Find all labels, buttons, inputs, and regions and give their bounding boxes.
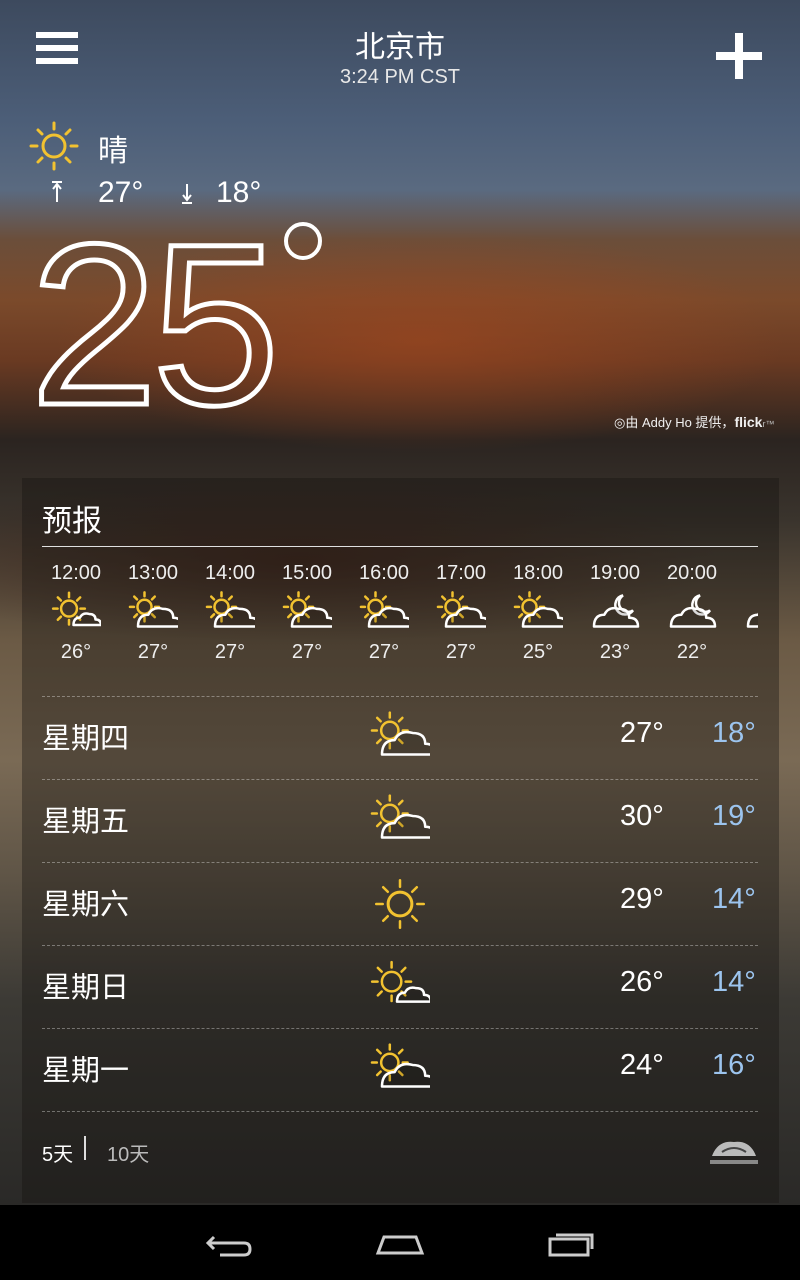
day-icon-wrap	[370, 960, 432, 1019]
add-location-button[interactable]	[716, 33, 762, 79]
day-icon-wrap	[370, 1043, 438, 1102]
hourly-item: 21 2	[735, 558, 758, 664]
hourly-item: 20:00 22°	[658, 558, 726, 664]
mostly-cloudy-day-icon	[370, 794, 438, 839]
mostly-cloudy-day-icon	[370, 1043, 438, 1088]
sunny-icon	[374, 878, 426, 930]
hourly-time: 15:00	[281, 562, 333, 584]
current-temperature: 25	[28, 196, 283, 453]
mostly-cloudy-day-icon	[436, 591, 486, 628]
hourly-time: 13:00	[127, 562, 179, 584]
hourly-temp: 2	[735, 641, 758, 664]
back-icon[interactable]	[200, 1223, 260, 1263]
daily-row[interactable]: 星期一 24° 16°	[42, 1028, 758, 1111]
photo-credit[interactable]: ◎由 Addy Ho 提供，flickr™	[614, 412, 774, 431]
condition-text: 晴	[98, 135, 128, 168]
hourly-time: 12:00	[50, 562, 102, 584]
system-nav-bar	[0, 1205, 800, 1280]
divider	[84, 1136, 86, 1160]
hourly-time: 20:00	[666, 562, 718, 584]
day-high-temp: 26°	[620, 966, 664, 998]
hourly-time: 21	[735, 562, 759, 585]
daily-row[interactable]: 星期五 30° 19°	[42, 779, 758, 862]
day-icon-wrap	[370, 794, 438, 853]
city-name: 北京市	[355, 31, 445, 64]
day-low-temp: 14°	[712, 883, 756, 915]
wunderground-logo[interactable]	[708, 1134, 760, 1168]
range-10-day-tab[interactable]: 10天	[107, 1138, 149, 1167]
hourly-item: 13:00 27°	[119, 558, 187, 664]
daily-row[interactable]: 星期日 26° 14°	[42, 945, 758, 1028]
hourly-item: 16:00 27°	[350, 558, 418, 664]
mostly-cloudy-day-icon	[359, 591, 409, 628]
forecast-panel: 预报 12:00 26° 13:00 27° 14:00 27° 15:00 27° 16:00…	[22, 478, 779, 1203]
hourly-temp: 23°	[599, 641, 631, 663]
partly-sunny-icon	[51, 591, 101, 627]
local-time: 3:24 PM CST	[339, 66, 461, 88]
flickr-logo: flick	[734, 414, 763, 430]
partly-cloudy-night-icon	[746, 612, 758, 628]
partly-sunny-icon	[370, 960, 432, 1003]
hourly-item: 18:00 25°	[504, 558, 572, 664]
day-high-temp: 29°	[620, 883, 664, 915]
day-high-temp: 27°	[620, 717, 664, 749]
daily-row[interactable]: 星期六 29° 14°	[42, 862, 758, 945]
hourly-item: 19:00 23°	[581, 558, 649, 664]
day-icon-wrap	[370, 711, 438, 770]
hourly-temp: 27°	[214, 641, 246, 663]
daily-row[interactable]: 星期四 27° 18°	[42, 696, 758, 779]
day-name: 星期日	[42, 972, 130, 1004]
hourly-temp: 27°	[368, 641, 400, 663]
day-name: 星期四	[42, 723, 130, 755]
hourly-time: 14:00	[204, 562, 256, 584]
day-high-temp: 30°	[620, 800, 664, 832]
forecast-title: 预报	[42, 505, 102, 538]
divider	[42, 546, 758, 547]
day-icon-wrap	[370, 877, 430, 936]
recent-apps-icon[interactable]	[542, 1223, 602, 1263]
day-low-temp: 18°	[712, 717, 756, 749]
day-name: 星期五	[42, 806, 130, 838]
hourly-temp: 22°	[676, 641, 708, 663]
day-high-temp: 24°	[620, 1049, 664, 1081]
hourly-temp: 27°	[137, 641, 169, 663]
range-5-day-tab[interactable]: 5天	[42, 1138, 73, 1167]
photo-credit-text: ◎由 Addy Ho 提供，	[614, 415, 735, 430]
divider	[42, 1111, 758, 1113]
day-low-temp: 19°	[712, 800, 756, 832]
home-icon[interactable]	[370, 1223, 430, 1263]
hourly-time: 19:00	[589, 562, 641, 584]
partly-cloudy-night-icon	[669, 594, 717, 628]
hourly-time: 18:00	[512, 562, 564, 584]
partly-cloudy-night-icon	[592, 594, 640, 628]
day-low-temp: 14°	[712, 966, 756, 998]
degree-symbol	[284, 222, 322, 260]
hourly-temp: 27°	[445, 641, 477, 663]
hourly-item: 14:00 27°	[196, 558, 264, 664]
day-name: 星期一	[42, 1055, 130, 1087]
hourly-temp: 25°	[522, 641, 554, 663]
flickr-logo-suffix: r™	[762, 419, 775, 429]
mostly-cloudy-day-icon	[513, 591, 563, 628]
hourly-item: 15:00 27°	[273, 558, 341, 664]
mostly-cloudy-day-icon	[282, 591, 332, 628]
hourly-time: 17:00	[435, 562, 487, 584]
hourly-temp: 26°	[60, 641, 92, 663]
top-bar: 北京市 3:24 PM CST	[0, 0, 800, 110]
day-low-temp: 16°	[712, 1049, 756, 1081]
hourly-item: 17:00 27°	[427, 558, 495, 664]
sunny-icon	[29, 121, 79, 171]
hourly-item: 12:00 26°	[42, 558, 110, 664]
mostly-cloudy-day-icon	[370, 711, 438, 756]
mostly-cloudy-day-icon	[205, 591, 255, 628]
hourly-forecast-strip[interactable]: 12:00 26° 13:00 27° 14:00 27° 15:00 27° 16:00 27°…	[42, 558, 758, 688]
hourly-temp: 27°	[291, 641, 323, 663]
daily-forecast-list: 星期四 27° 18° 星期五 30° 19° 星期六 29° 14° 星期日 26° 14° 星期一 2…	[42, 696, 758, 1113]
mostly-cloudy-day-icon	[128, 591, 178, 628]
hourly-time: 16:00	[358, 562, 410, 584]
day-name: 星期六	[42, 889, 130, 921]
